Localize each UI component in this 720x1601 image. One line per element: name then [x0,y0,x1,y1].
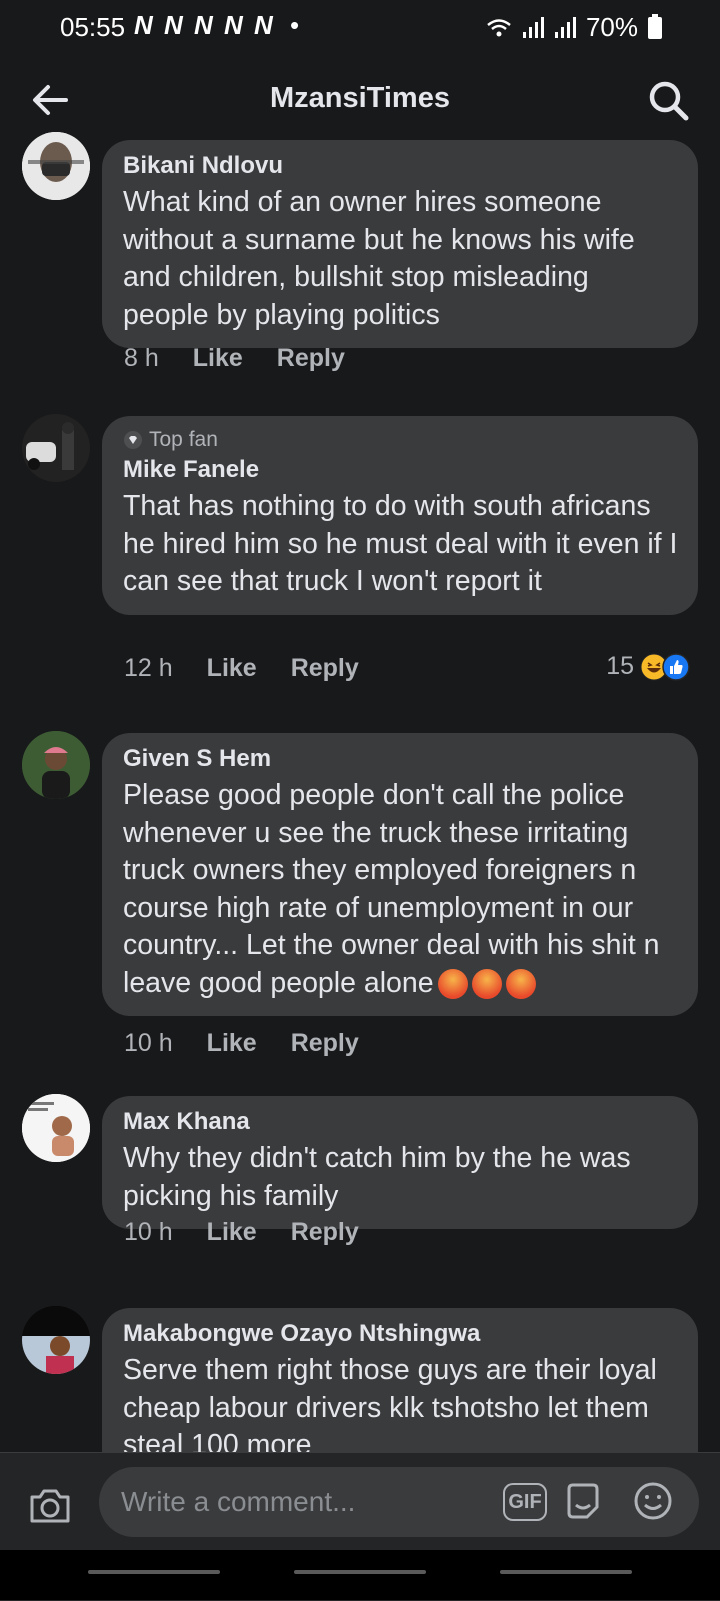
battery-percent: 70% [585,12,638,42]
comment-meta: 10 h Like Reply [124,1218,359,1247]
comment-input-placeholder: Write a comment... [121,1486,356,1517]
comment-input[interactable]: Write a comment... GIF [99,1467,699,1537]
comment-author[interactable]: Max Khana [123,1108,678,1136]
comment-text: Please good people don't call the police… [123,777,678,1002]
angry-emoji-icon [437,968,468,999]
angry-emoji-icon [505,968,536,999]
comment-author[interactable]: Makabongwe Ozayo Ntshingwa [123,1320,678,1348]
nav-handle-left[interactable] [88,1570,220,1574]
comment-text: Serve them right those guys are their lo… [123,1354,657,1461]
avatar[interactable] [22,731,90,799]
search-icon[interactable] [646,78,690,122]
reply-button[interactable]: Reply [291,654,359,683]
comment-bubble[interactable]: Top fan Mike Fanele That has nothing to … [102,416,698,615]
like-button[interactable]: Like [207,654,257,683]
signal-icon [522,16,544,38]
comment-author[interactable]: Bikani Ndlovu [123,152,678,180]
reply-button[interactable]: Reply [291,1029,359,1058]
comment-time: 8 h [124,344,159,372]
system-nav-bar [0,1550,720,1600]
avatar[interactable] [22,1306,90,1374]
avatar-image [22,731,90,799]
comment-text: What kind of an owner hires someone with… [123,186,635,331]
comment-time: 12 h [124,654,173,682]
like-button[interactable]: Like [207,1029,257,1058]
emoji-icon[interactable] [633,1481,673,1521]
status-dot: • [290,10,300,40]
camera-icon[interactable] [26,1481,74,1529]
comment-author[interactable]: Given S Hem [123,745,678,773]
comment-bubble[interactable]: Bikani Ndlovu What kind of an owner hire… [102,140,698,348]
avatar-image [22,1094,90,1162]
avatar[interactable] [22,132,90,200]
sticker-icon[interactable] [563,1481,603,1521]
battery-icon [648,13,662,39]
status-time: 05:55 [60,12,126,42]
comment-meta: 12 h Like Reply [124,654,359,683]
wifi-icon [487,18,511,36]
comment-text-body: Please good people don't call the police… [123,779,660,999]
status-right: 70% [486,12,662,43]
app-bar: MzansiTimes [0,60,720,140]
comment-text: That has nothing to do with south africa… [123,490,678,597]
comment-author[interactable]: Mike Fanele [123,456,678,484]
comment-time: 10 h [124,1218,173,1246]
reaction-count: 15 [606,652,634,680]
badge-label: Top fan [149,428,218,451]
gif-button[interactable]: GIF [503,1483,547,1521]
nav-handle-right[interactable] [500,1570,632,1574]
reply-button[interactable]: Reply [291,1218,359,1247]
reply-button[interactable]: Reply [277,344,345,373]
comment-meta: 10 h Like Reply [124,1029,359,1058]
comment-bubble[interactable]: Max Khana Why they didn't catch him by t… [102,1096,698,1229]
nav-handle-center[interactable] [294,1570,426,1574]
comment-time: 10 h [124,1029,173,1057]
like-reaction-icon [662,652,690,681]
notification-icons: N N N N N [134,10,275,40]
comment-meta: 8 h Like Reply [124,344,345,373]
avatar[interactable] [22,414,90,482]
comment-text: Why they didn't catch him by the he was … [123,1142,631,1212]
diamond-icon [124,431,142,449]
angry-emoji-icon [471,968,502,999]
like-button[interactable]: Like [207,1218,257,1247]
avatar-image [22,414,90,482]
status-bar: 05:55 N N N N N • 70% [0,0,720,56]
avatar-image [22,132,90,200]
avatar[interactable] [22,1094,90,1162]
like-button[interactable]: Like [193,344,243,373]
signal-icon-2 [554,16,576,38]
page-title: MzansiTimes [270,82,450,114]
top-fan-badge: Top fan [123,428,678,452]
avatar-image [22,1306,90,1374]
reaction-summary[interactable]: 15 [606,652,690,681]
comment-bubble[interactable]: Given S Hem Please good people don't cal… [102,733,698,1016]
